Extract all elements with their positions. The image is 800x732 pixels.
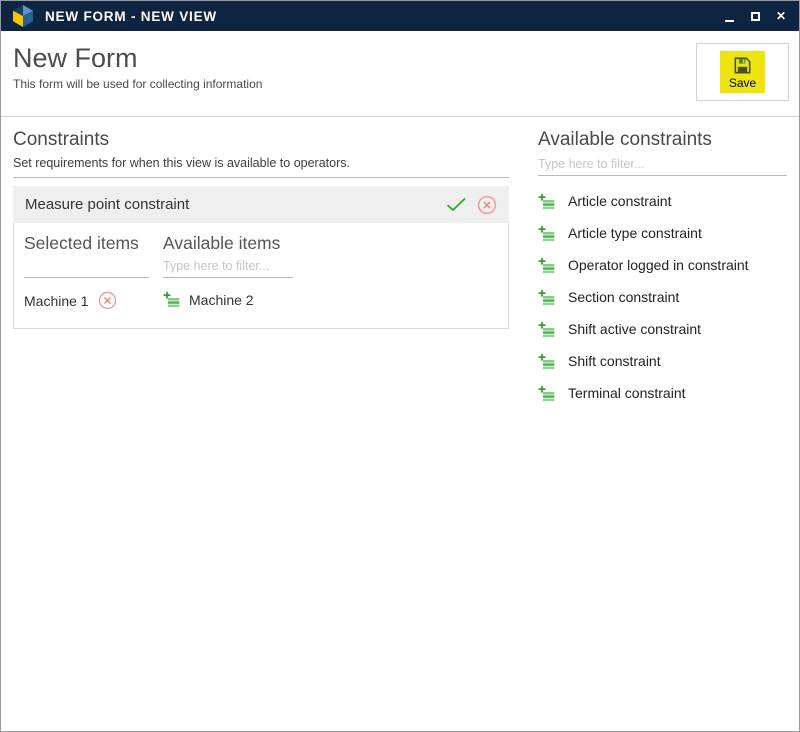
selected-item-row: Machine 1 — [24, 291, 149, 310]
window-title: NEW FORM - NEW VIEW — [45, 9, 217, 24]
available-constraint-item[interactable]: Section constraint — [538, 281, 787, 313]
add-to-list-icon — [538, 225, 555, 242]
constraint-item-label: Shift constraint — [568, 353, 661, 369]
constraint-item-label: Section constraint — [568, 289, 679, 305]
save-label: Save — [729, 76, 756, 90]
app-window: NEW FORM - NEW VIEW ✕ New Form This form… — [0, 0, 800, 732]
available-constraint-item[interactable]: Article type constraint — [538, 217, 787, 249]
main-content: Constraints Set requirements for when th… — [1, 117, 799, 421]
available-items-column: Available items Machine 2 — [163, 233, 293, 310]
maximize-button[interactable] — [745, 6, 765, 26]
toolbar: Save — [696, 43, 789, 101]
remove-item-button[interactable] — [98, 291, 117, 310]
selected-item-label: Machine 1 — [24, 293, 89, 309]
available-constraints-title: Available constraints — [538, 129, 787, 151]
add-to-list-icon — [538, 257, 555, 274]
add-to-list-icon — [163, 291, 180, 308]
check-icon — [446, 197, 467, 212]
constraint-card-actions — [446, 195, 497, 215]
available-constraint-item[interactable]: Shift active constraint — [538, 313, 787, 345]
selected-items-column: Selected items Machine 1 — [24, 233, 149, 310]
constraints-panel: Constraints Set requirements for when th… — [13, 129, 509, 329]
window-controls: ✕ — [719, 6, 791, 26]
constraint-card-body: Selected items Machine 1 Available items — [13, 223, 509, 329]
page-subtitle: This form will be used for collecting in… — [13, 77, 787, 91]
remove-constraint-button[interactable] — [477, 195, 497, 215]
measure-point-constraint-card: Measure point constraint — [13, 186, 509, 329]
available-constraints-list: Article constraint Article type constrai… — [538, 185, 787, 409]
add-to-list-icon — [538, 289, 555, 306]
constraints-subtitle: Set requirements for when this view is a… — [13, 151, 509, 178]
available-constraint-item[interactable]: Shift constraint — [538, 345, 787, 377]
available-constraints-panel: Available constraints Article constraint… — [538, 129, 787, 409]
page-title: New Form — [13, 43, 787, 74]
selected-items-filter-input[interactable] — [24, 256, 149, 278]
constraints-title: Constraints — [13, 129, 509, 151]
add-to-list-icon — [538, 193, 555, 210]
close-button[interactable]: ✕ — [771, 6, 791, 26]
available-constraint-item[interactable]: Terminal constraint — [538, 377, 787, 409]
selected-items-header: Selected items — [24, 233, 149, 254]
available-items-header: Available items — [163, 233, 293, 254]
save-button[interactable]: Save — [720, 51, 765, 93]
available-item-label: Machine 2 — [189, 292, 254, 308]
constraint-item-label: Shift active constraint — [568, 321, 701, 337]
circle-x-icon — [477, 195, 497, 215]
constraint-card-header: Measure point constraint — [13, 186, 509, 223]
available-items-filter-input[interactable] — [163, 256, 293, 278]
page-header: New Form This form will be used for coll… — [1, 31, 799, 117]
add-to-list-icon — [538, 321, 555, 338]
constraint-item-label: Article type constraint — [568, 225, 702, 241]
available-constraint-item[interactable]: Operator logged in constraint — [538, 249, 787, 281]
add-to-list-icon — [538, 385, 555, 402]
app-logo-icon — [11, 4, 35, 28]
minimize-button[interactable] — [719, 6, 739, 26]
constraint-item-label: Article constraint — [568, 193, 671, 209]
constraint-item-label: Terminal constraint — [568, 385, 686, 401]
constraint-item-label: Operator logged in constraint — [568, 257, 749, 273]
available-item-row[interactable]: Machine 2 — [163, 291, 293, 308]
add-to-list-icon — [538, 353, 555, 370]
floppy-disk-icon — [733, 56, 752, 75]
titlebar: NEW FORM - NEW VIEW ✕ — [1, 1, 799, 31]
available-constraints-filter-input[interactable] — [538, 154, 787, 176]
constraint-card-title: Measure point constraint — [25, 196, 189, 213]
available-constraint-item[interactable]: Article constraint — [538, 185, 787, 217]
circle-x-icon — [98, 291, 117, 310]
confirm-constraint-button[interactable] — [446, 197, 467, 212]
